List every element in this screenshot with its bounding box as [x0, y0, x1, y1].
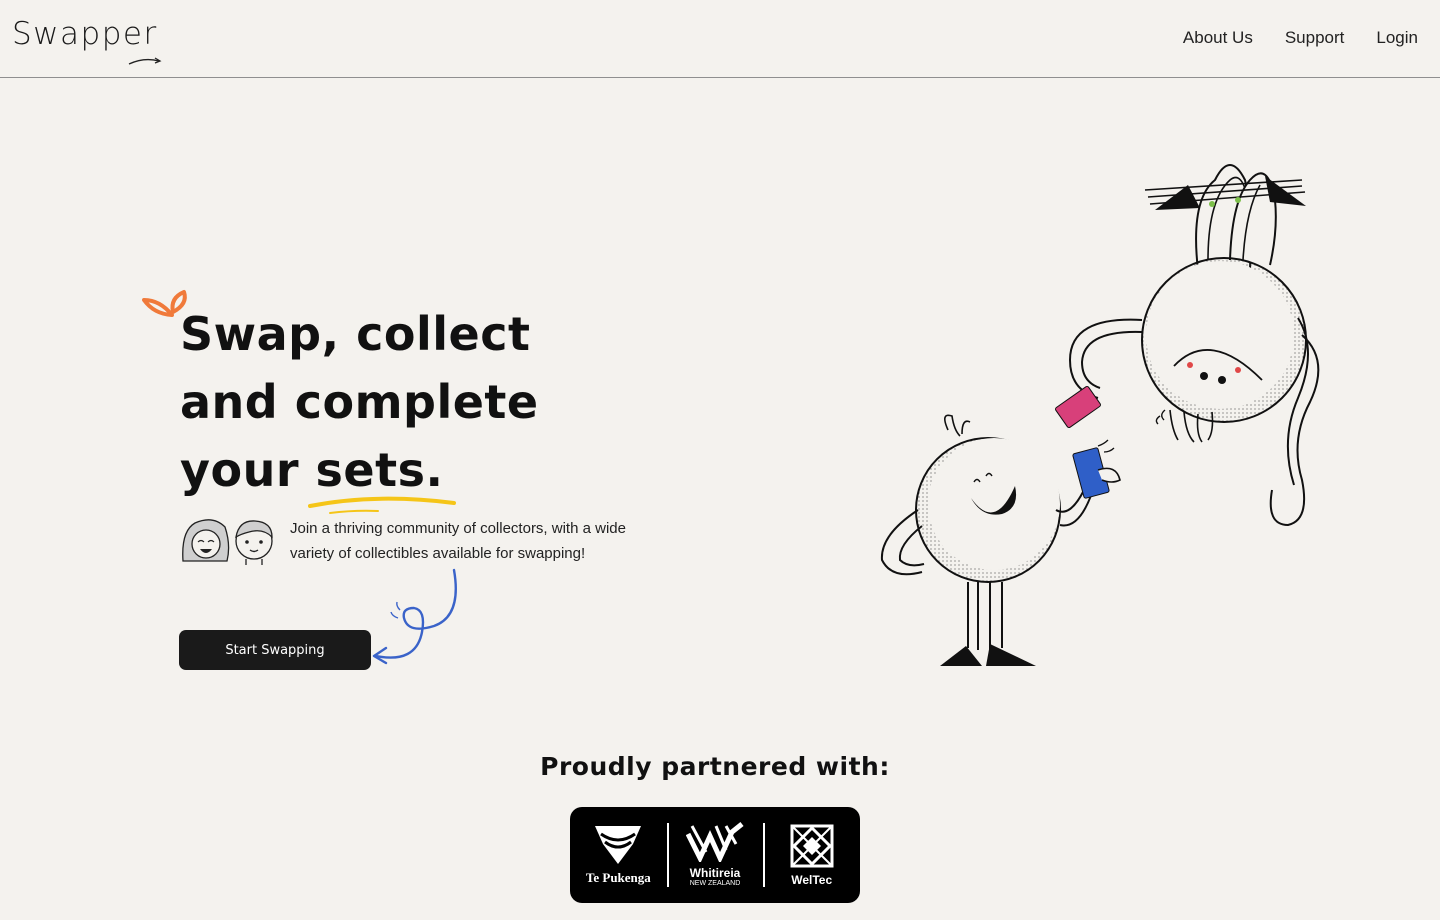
- nav-link-support[interactable]: Support: [1285, 28, 1345, 48]
- te-pukenga-logo-icon: [595, 826, 642, 864]
- hero-title-line-1: Swap, collect: [180, 307, 531, 361]
- partner-whitireia[interactable]: Whitireia NEW ZEALAND: [666, 807, 764, 903]
- whitireia-logo-icon: [686, 822, 744, 862]
- weltec-logo-icon: [790, 824, 834, 868]
- navbar: Swapper About Us Support Login: [0, 0, 1440, 78]
- partner-name: Whitireia: [689, 866, 741, 880]
- start-swapping-button[interactable]: Start Swapping: [179, 630, 371, 670]
- partner-weltec[interactable]: WelTec: [763, 807, 860, 903]
- hero-description: Join a thriving community of collectors,…: [290, 520, 626, 562]
- nav-link-login[interactable]: Login: [1376, 28, 1418, 48]
- swapping-characters-illustration: [880, 164, 1320, 666]
- partners-logo-strip: Te Pukenga Whitireia NEW ZEALAND WelTec: [570, 807, 860, 903]
- nav-link-about-us[interactable]: About Us: [1183, 28, 1253, 48]
- partner-subtitle: NEW ZEALAND: [689, 880, 741, 887]
- hero-title: Swap, collect and complete your sets.: [180, 300, 539, 504]
- partner-name: Te Pukenga: [585, 870, 651, 885]
- logo-swoosh-icon: [128, 57, 162, 65]
- laughing-character: [880, 414, 1121, 666]
- partner-name: WelTec: [791, 873, 833, 887]
- partners-title: Proudly partnered with:: [540, 752, 890, 781]
- brand-logo[interactable]: Swapper: [12, 16, 158, 52]
- yellow-underline-icon: [308, 496, 456, 514]
- nav-links: About Us Support Login: [1183, 28, 1418, 48]
- pink-card: [1055, 385, 1101, 429]
- partner-te-pukenga[interactable]: Te Pukenga: [570, 807, 667, 903]
- hero-title-line-2: and complete: [180, 375, 539, 429]
- curly-arrow-icon: [372, 568, 457, 665]
- community-avatars-icon: [182, 519, 273, 565]
